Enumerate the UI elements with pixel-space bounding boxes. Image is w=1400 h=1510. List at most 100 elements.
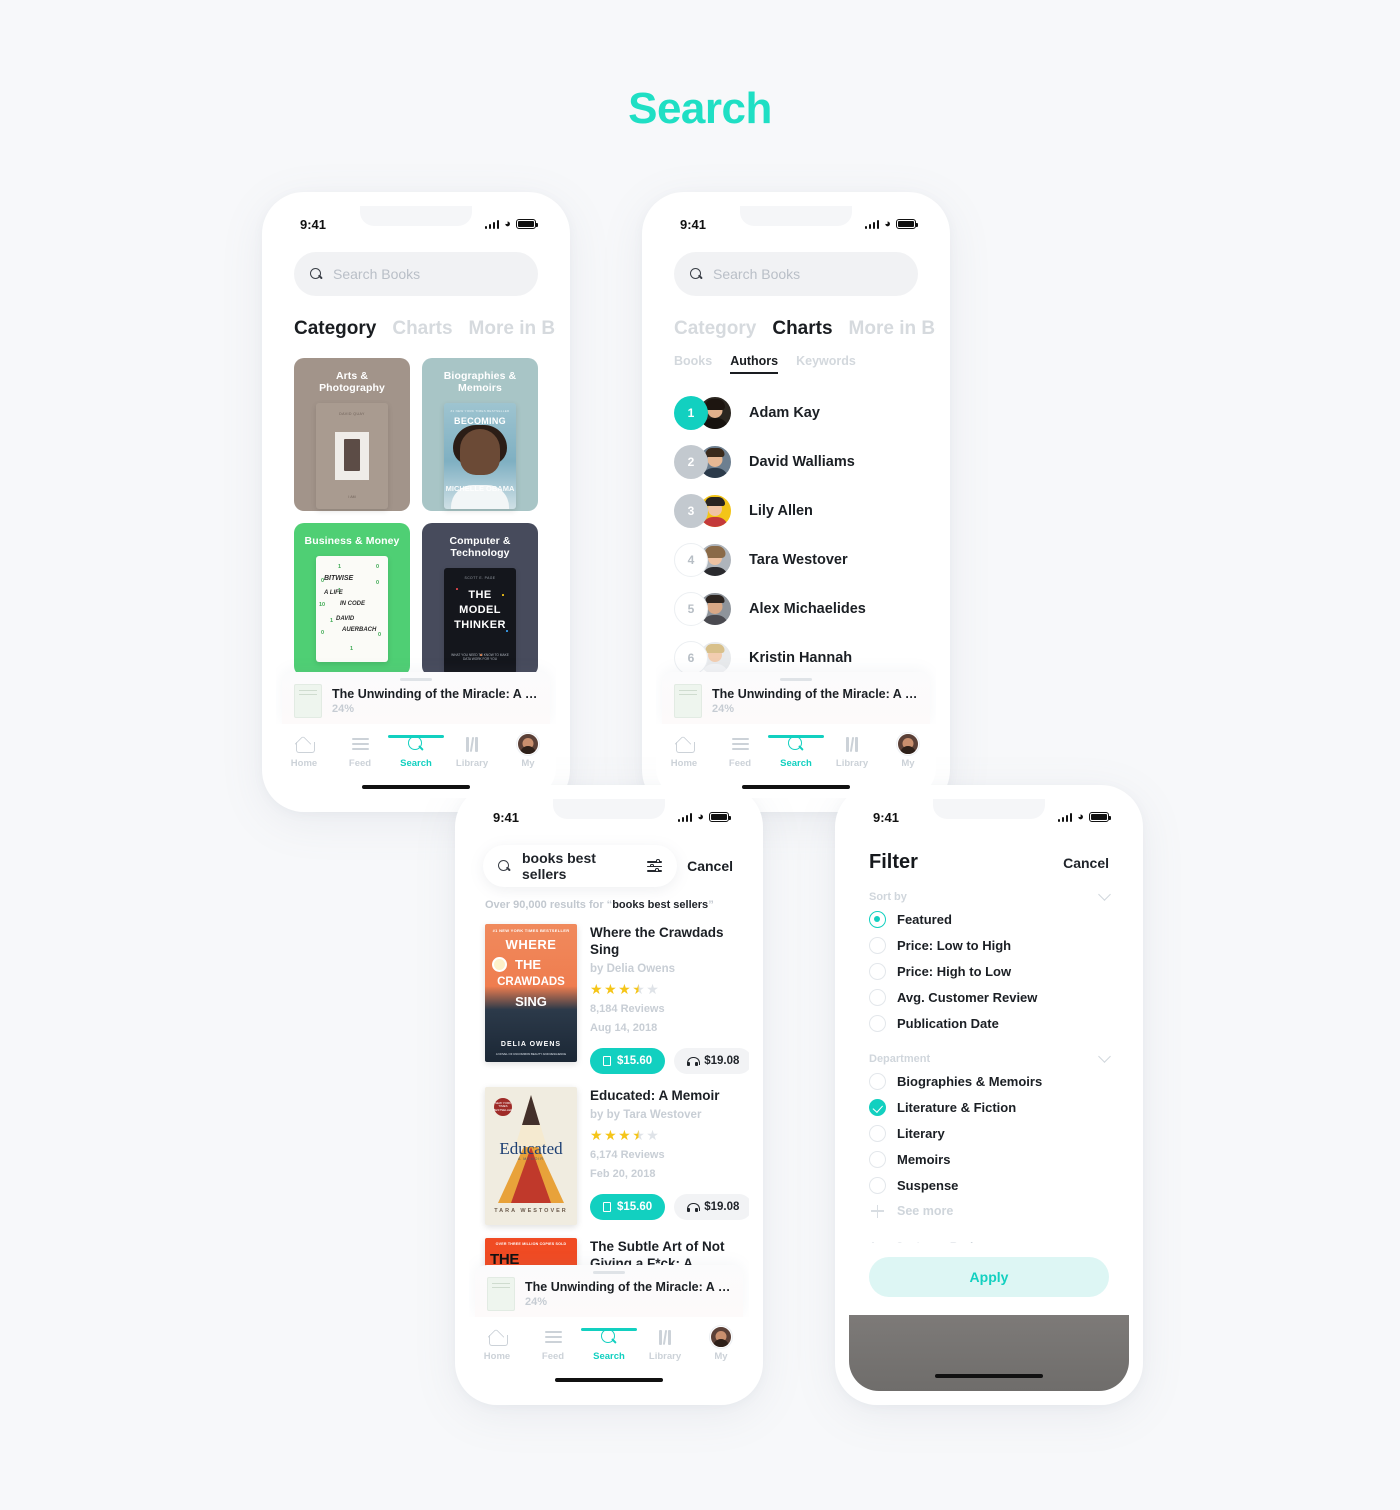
rating-stars: ★★★★★: [590, 981, 660, 997]
result-item[interactable]: NEW YORK TIMES BESTSELLER Educated A MEM…: [469, 1074, 749, 1225]
filter-icon[interactable]: [647, 859, 663, 872]
drag-handle[interactable]: [780, 678, 812, 681]
search-row: books best sellers Cancel: [469, 829, 749, 887]
buy-book-button[interactable]: $15.60: [590, 1048, 666, 1074]
category-card-biographies[interactable]: Biographies & Memoirs #1 NEW YORK TIMES …: [422, 358, 538, 511]
buy-audio-button[interactable]: $19.08: [674, 1048, 749, 1074]
filter-option-memoirs[interactable]: Memoirs: [869, 1146, 1109, 1172]
subtab-authors[interactable]: Authors: [730, 354, 779, 374]
dimmed-backdrop[interactable]: [849, 1315, 1129, 1391]
cancel-button[interactable]: Cancel: [687, 858, 737, 874]
filter-option-featured[interactable]: Featured: [869, 906, 1109, 932]
tab-more-in-books[interactable]: More in Boo: [849, 318, 936, 340]
radio-button[interactable]: [869, 936, 886, 954]
battery-icon: [896, 219, 919, 229]
status-time: 9:41: [493, 809, 520, 825]
tab-search[interactable]: Search: [388, 735, 444, 769]
section-header-sort-by[interactable]: Sort by: [869, 888, 1111, 903]
author-list: 1 Adam Kay 2 David Walliams 3 Lily Allen…: [656, 374, 936, 682]
result-item[interactable]: #1 NEW YORK TIMES BESTSELLER WHERE THE CR…: [469, 911, 749, 1074]
search-icon: [310, 267, 323, 281]
tab-library[interactable]: Library: [444, 735, 500, 769]
plus-icon: [869, 1203, 886, 1220]
category-card-business[interactable]: Business & Money 10 00 1 10 10 01 BITWIS…: [294, 523, 410, 676]
results-count: Over 90,000 results for “books best sell…: [469, 887, 749, 911]
filter-option-avg-review[interactable]: Avg. Customer Review: [869, 984, 1109, 1010]
cancel-button[interactable]: Cancel: [1063, 855, 1109, 871]
tab-label: Feed: [541, 1351, 565, 1362]
drag-handle[interactable]: [593, 1271, 625, 1274]
tab-charts[interactable]: Charts: [772, 318, 832, 340]
filter-option-literature-fiction[interactable]: Literature & Fiction: [869, 1094, 1109, 1120]
tab-feed[interactable]: Feed: [525, 1328, 581, 1362]
buy-book-button[interactable]: $15.60: [590, 1194, 666, 1220]
mini-player[interactable]: The Unwinding of the Miracle: A Memoir o…: [475, 1265, 743, 1317]
checkbox[interactable]: [869, 1124, 886, 1142]
section-label: Department: [869, 1052, 931, 1065]
checkbox[interactable]: [869, 1072, 886, 1090]
radio-button[interactable]: [869, 988, 886, 1006]
tab-more-in-books[interactable]: More in Boo: [469, 318, 556, 340]
book-cover-becoming: #1 NEW YORK TIMES BESTSELLER BECOMING MI…: [444, 403, 516, 509]
cover-tagline: #1 NEW YORK TIMES BESTSELLER: [450, 409, 510, 413]
book-price: $15.60: [617, 1201, 653, 1213]
tab-library[interactable]: Library: [824, 735, 880, 769]
tab-home[interactable]: Home: [469, 1328, 525, 1362]
option-label: Biographies & Memoirs: [897, 1073, 1043, 1089]
tab-my[interactable]: My: [500, 733, 556, 769]
tab-category[interactable]: Category: [294, 318, 376, 340]
result-author: by Delia Owens: [590, 963, 676, 975]
book-cover: NEW YORK TIMES BESTSELLER Educated A MEM…: [485, 1087, 577, 1225]
tab-feed[interactable]: Feed: [332, 735, 388, 769]
author-row[interactable]: 4 Tara Westover: [674, 535, 918, 584]
buy-audio-button[interactable]: $19.08: [674, 1194, 749, 1220]
mini-player[interactable]: The Unwinding of the Miracle: A Memoir o…: [282, 672, 550, 724]
author-row[interactable]: 3 Lily Allen: [674, 486, 918, 535]
radio-button[interactable]: [869, 910, 886, 928]
result-title: Where the Crawdads Sing: [590, 925, 724, 957]
tab-my[interactable]: My: [880, 733, 936, 769]
filter-option-publication-date[interactable]: Publication Date: [869, 1010, 1109, 1036]
filter-option-biographies[interactable]: Biographies & Memoirs: [869, 1068, 1109, 1094]
author-row[interactable]: 2 David Walliams: [674, 437, 918, 486]
checkbox[interactable]: [869, 1098, 886, 1116]
result-date: Feb 20, 2018: [590, 1168, 656, 1180]
filter-option-suspense[interactable]: Suspense: [869, 1172, 1109, 1198]
radio-button[interactable]: [869, 962, 886, 980]
tab-charts[interactable]: Charts: [392, 318, 452, 340]
filter-option-literary[interactable]: Literary: [869, 1120, 1109, 1146]
author-name: Kristin Hannah: [749, 649, 853, 666]
phone-category: 9:41 ◕ Search Books Category Charts More…: [262, 192, 570, 812]
drag-handle[interactable]: [400, 678, 432, 681]
search-input[interactable]: Search Books: [294, 252, 538, 296]
tab-category[interactable]: Category: [674, 318, 756, 340]
tab-library[interactable]: Library: [637, 1328, 693, 1362]
tab-search[interactable]: Search: [581, 1328, 637, 1362]
see-more-button[interactable]: See more: [869, 1198, 1109, 1224]
search-input[interactable]: Search Books: [674, 252, 918, 296]
filter-option-price-low-high[interactable]: Price: Low to High: [869, 932, 1109, 958]
section-header-department[interactable]: Department: [869, 1050, 1111, 1065]
cover-top: OVER THREE MILLION COPIES SOLD: [495, 1242, 567, 1246]
apply-button[interactable]: Apply: [869, 1257, 1109, 1297]
status-time: 9:41: [680, 216, 707, 232]
author-row[interactable]: 5 Alex Michaelides: [674, 584, 918, 633]
mini-player-title: The Unwinding of the Miracle: A Memoir o…: [332, 687, 538, 701]
cover-seal: NEW YORK TIMES BESTSELLER: [493, 1100, 513, 1112]
category-card-computer[interactable]: Computer & Technology SCOTT E. PAGE THE M…: [422, 523, 538, 676]
subtab-keywords[interactable]: Keywords: [796, 354, 856, 374]
subtab-books[interactable]: Books: [674, 354, 712, 374]
checkbox[interactable]: [869, 1150, 886, 1168]
checkbox[interactable]: [869, 1176, 886, 1194]
author-row[interactable]: 1 Adam Kay: [674, 388, 918, 437]
filter-option-price-high-low[interactable]: Price: High to Low: [869, 958, 1109, 984]
tab-my[interactable]: My: [693, 1326, 749, 1362]
tab-home[interactable]: Home: [276, 735, 332, 769]
search-input[interactable]: books best sellers: [483, 845, 678, 887]
tab-home[interactable]: Home: [656, 735, 712, 769]
tab-search[interactable]: Search: [768, 735, 824, 769]
category-card-arts[interactable]: Arts & Photography DAVID QUAY I AM: [294, 358, 410, 511]
tab-feed[interactable]: Feed: [712, 735, 768, 769]
radio-button[interactable]: [869, 1014, 886, 1032]
mini-player[interactable]: The Unwinding of the Miracle: A Memoir o…: [662, 672, 930, 724]
